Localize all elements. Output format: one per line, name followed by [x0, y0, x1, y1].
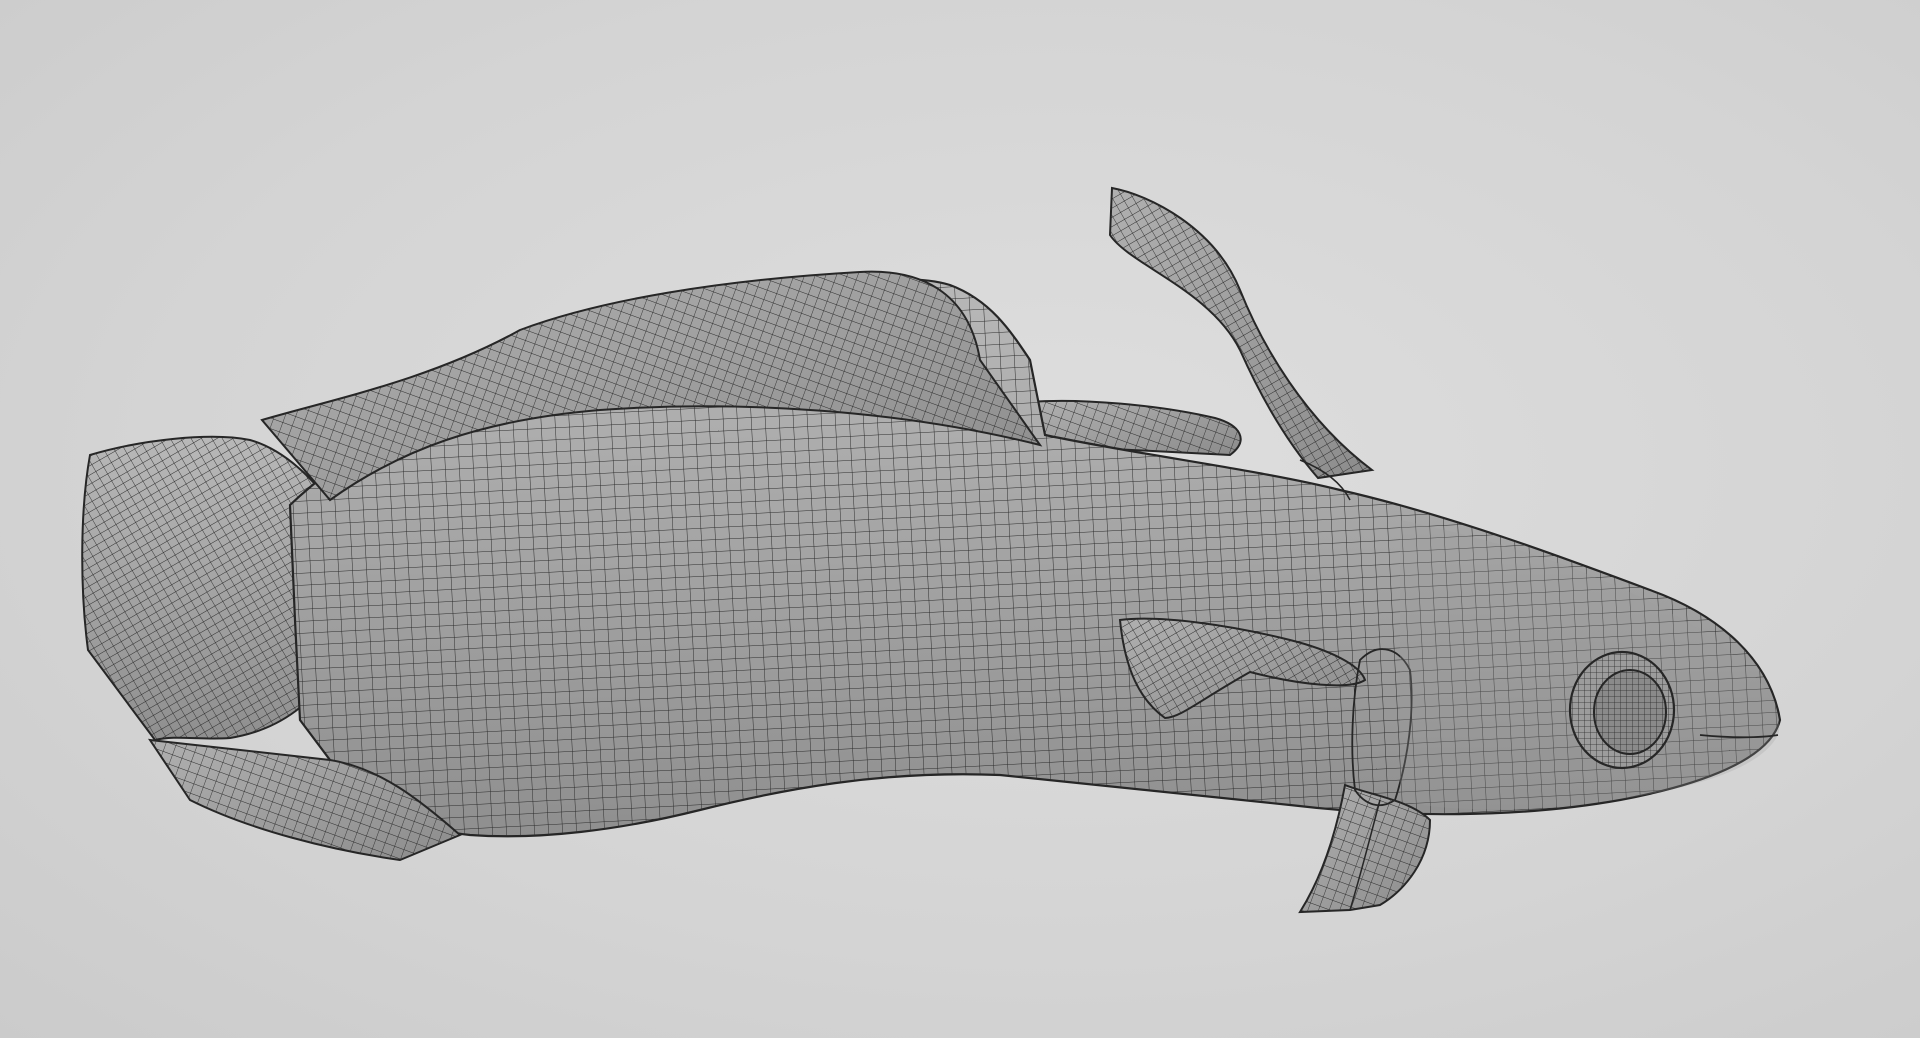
3d-viewport[interactable] — [0, 0, 1920, 1038]
fish-wireframe-model[interactable] — [0, 0, 1920, 1038]
eye — [1568, 650, 1676, 770]
